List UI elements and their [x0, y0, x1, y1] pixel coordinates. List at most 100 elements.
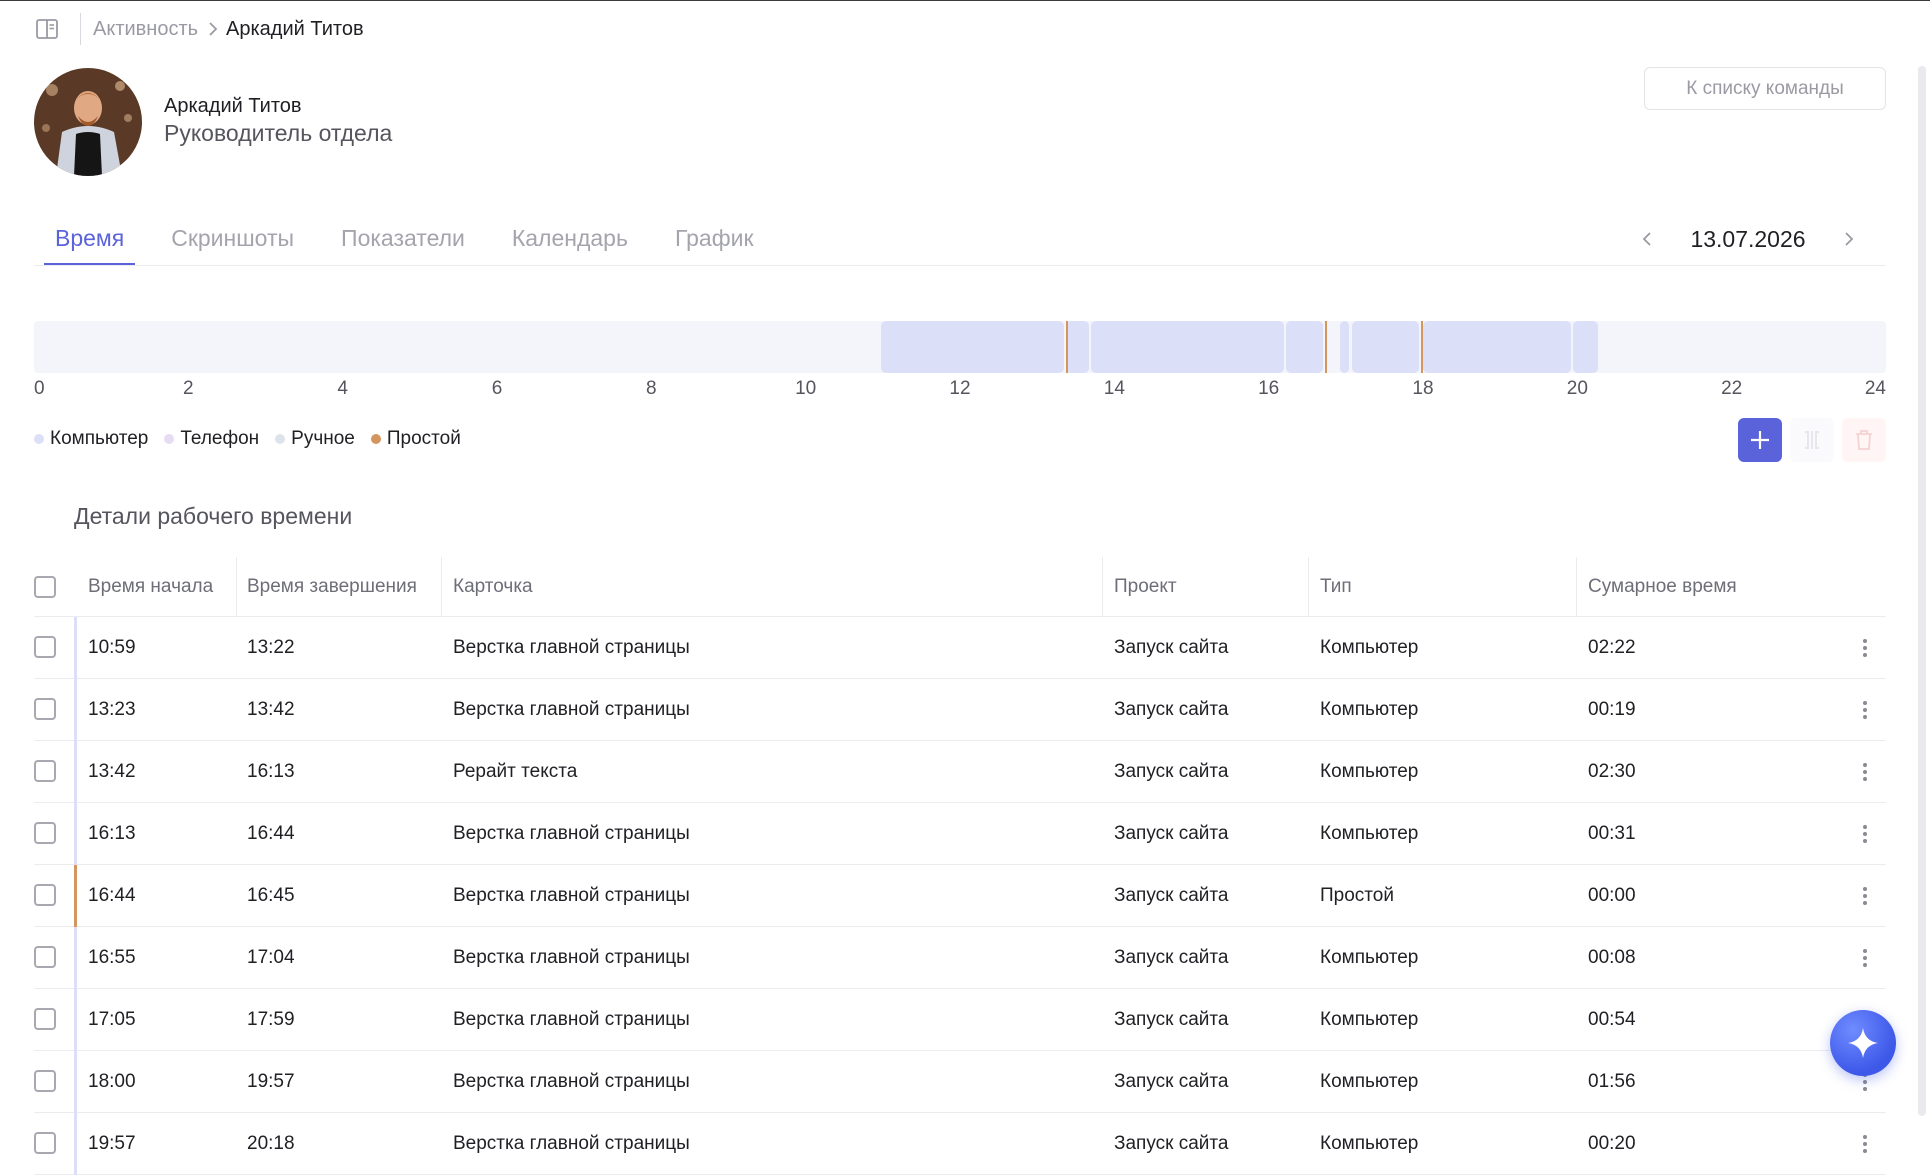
- cell-end-time: 13:42: [247, 699, 295, 720]
- team-list-button[interactable]: К списку команды: [1644, 67, 1886, 110]
- split-time-button[interactable]: [1790, 418, 1834, 462]
- table-row[interactable]: 13:23 13:42 Верстка главной страницы Запуск…: [34, 679, 1886, 741]
- row-menu-kebab-icon[interactable]: [1848, 693, 1882, 727]
- header-total-time[interactable]: Сумарное время: [1588, 557, 1737, 617]
- row-checkbox[interactable]: [34, 1132, 56, 1154]
- row-menu-kebab-icon[interactable]: [1848, 879, 1882, 913]
- table-row[interactable]: 19:57 20:18 Верстка главной страницы Запуск…: [34, 1113, 1886, 1175]
- row-checkbox[interactable]: [34, 1070, 56, 1092]
- page-scrollbar[interactable]: [1918, 66, 1926, 1116]
- row-checkbox[interactable]: [34, 946, 56, 968]
- row-menu-kebab-icon[interactable]: [1848, 631, 1882, 665]
- table-row[interactable]: 16:55 17:04 Верстка главной страницы Запуск…: [34, 927, 1886, 989]
- row-menu-kebab-icon[interactable]: [1848, 755, 1882, 789]
- add-time-button[interactable]: [1738, 418, 1782, 462]
- table-body: 10:59 13:22 Верстка главной страницы Запуск…: [34, 617, 1886, 1175]
- legend-item: Простой: [370, 428, 461, 450]
- table-row[interactable]: 10:59 13:22 Верстка главной страницы Запуск…: [34, 617, 1886, 679]
- header-project[interactable]: Проект: [1114, 557, 1177, 617]
- cell-start-time: 17:05: [88, 1009, 136, 1030]
- cell-end-time: 16:45: [247, 885, 295, 906]
- cell-type: Компьютер: [1320, 1071, 1419, 1092]
- timeline-tick-label: 0: [34, 378, 45, 399]
- timeline-tick-label: 10: [795, 378, 817, 399]
- cell-end-time: 17:59: [247, 1009, 295, 1030]
- timeline-segment[interactable]: [1423, 321, 1572, 373]
- section-title: Детали рабочего времени: [74, 503, 353, 529]
- legend-item: Компьютер: [34, 428, 148, 450]
- header-start-time[interactable]: Время начала: [88, 557, 213, 617]
- cell-type: Компьютер: [1320, 637, 1419, 658]
- cell-start-time: 16:13: [88, 823, 136, 844]
- legend-dot-icon: [34, 434, 44, 444]
- tab-time[interactable]: Время: [44, 218, 136, 266]
- timeline-tick-label: 8: [646, 378, 657, 399]
- cell-start-time: 19:57: [88, 1133, 136, 1154]
- idle-marker[interactable]: [1324, 321, 1327, 373]
- legend-dot-icon: [370, 434, 381, 444]
- timeline-segment[interactable]: [1091, 321, 1284, 373]
- row-type-indicator: [74, 1051, 77, 1113]
- cell-total-time: 02:30: [1588, 761, 1636, 782]
- row-checkbox[interactable]: [34, 1008, 56, 1030]
- row-checkbox[interactable]: [34, 698, 56, 720]
- assistant-button[interactable]: [1830, 1010, 1896, 1076]
- table-row[interactable]: 16:13 16:44 Верстка главной страницы Запуск…: [34, 803, 1886, 865]
- row-checkbox[interactable]: [34, 822, 56, 844]
- table-row[interactable]: 13:42 16:13 Рерайт текста Запуск сайта Компь…: [34, 741, 1886, 803]
- tab-calendar[interactable]: Календарь: [501, 218, 639, 266]
- header-end-time[interactable]: Время завершения: [247, 557, 417, 617]
- table-row[interactable]: 16:44 16:45 Верстка главной страницы Запуск…: [34, 865, 1886, 927]
- sidebar-toggle-icon[interactable]: [34, 16, 60, 42]
- timeline-axis: 0 2 4 6 8 10 12 14 16 18 20 22 24: [34, 378, 1886, 402]
- row-checkbox[interactable]: [34, 636, 56, 658]
- timeline-segment[interactable]: [881, 321, 1064, 373]
- timeline-tick-label: 22: [1721, 378, 1743, 399]
- split-icon: [1805, 431, 1819, 449]
- cell-end-time: 20:18: [247, 1133, 295, 1154]
- timeline-segment[interactable]: [1573, 321, 1599, 373]
- timeline-segment[interactable]: [1352, 321, 1420, 373]
- tab-bar: Время Скриншоты Показатели Календарь Гра…: [44, 218, 790, 266]
- timeline-segment[interactable]: [1339, 321, 1350, 373]
- avatar: [34, 68, 142, 176]
- header-card[interactable]: Карточка: [453, 557, 533, 617]
- timeline-tick-label: 14: [1103, 378, 1125, 399]
- table-row[interactable]: 17:05 17:59 Верстка главной страницы Запуск…: [34, 989, 1886, 1051]
- legend-label: Компьютер: [50, 428, 149, 449]
- table-row[interactable]: 18:00 19:57 Верстка главной страницы Запуск…: [34, 1051, 1886, 1113]
- breadcrumb-parent-link[interactable]: Активность: [93, 18, 198, 41]
- activity-timeline[interactable]: [34, 321, 1886, 373]
- time-entries-table: Время начала Время завершения Карточка П…: [34, 557, 1886, 1175]
- cell-total-time: 00:20: [1588, 1133, 1636, 1154]
- timeline-tick-label: 24: [1864, 378, 1886, 399]
- timeline-segment[interactable]: [1285, 321, 1323, 373]
- timeline-tick-label: 4: [337, 378, 348, 399]
- current-date[interactable]: 13.07.2026: [1664, 226, 1832, 253]
- cell-total-time: 00:19: [1588, 699, 1636, 720]
- chevron-left-icon[interactable]: [1630, 222, 1664, 256]
- cell-start-time: 10:59: [88, 637, 136, 658]
- select-all-checkbox[interactable]: [34, 576, 56, 598]
- tab-metrics[interactable]: Показатели: [330, 218, 476, 266]
- row-menu-kebab-icon[interactable]: [1848, 1127, 1882, 1161]
- cell-type: Простой: [1320, 885, 1394, 906]
- row-checkbox[interactable]: [34, 760, 56, 782]
- row-menu-kebab-icon[interactable]: [1848, 941, 1882, 975]
- tab-screenshots[interactable]: Скриншоты: [160, 218, 305, 266]
- tab-schedule[interactable]: График: [664, 218, 765, 266]
- idle-marker[interactable]: [1421, 321, 1424, 373]
- chevron-right-icon: [208, 22, 218, 36]
- row-checkbox[interactable]: [34, 884, 56, 906]
- row-menu-kebab-icon[interactable]: [1848, 817, 1882, 851]
- header-type[interactable]: Тип: [1320, 557, 1352, 617]
- cell-card: Верстка главной страницы: [453, 637, 690, 658]
- timeline-legend: Компьютер Телефон Ручное Простой: [34, 428, 477, 450]
- idle-marker[interactable]: [1065, 321, 1068, 373]
- timeline-segment[interactable]: [1066, 321, 1090, 373]
- header-separator: [1576, 557, 1577, 617]
- cell-total-time: 00:00: [1588, 885, 1636, 906]
- chevron-right-icon[interactable]: [1832, 222, 1866, 256]
- delete-time-button[interactable]: [1842, 418, 1886, 462]
- cell-end-time: 13:22: [247, 637, 295, 658]
